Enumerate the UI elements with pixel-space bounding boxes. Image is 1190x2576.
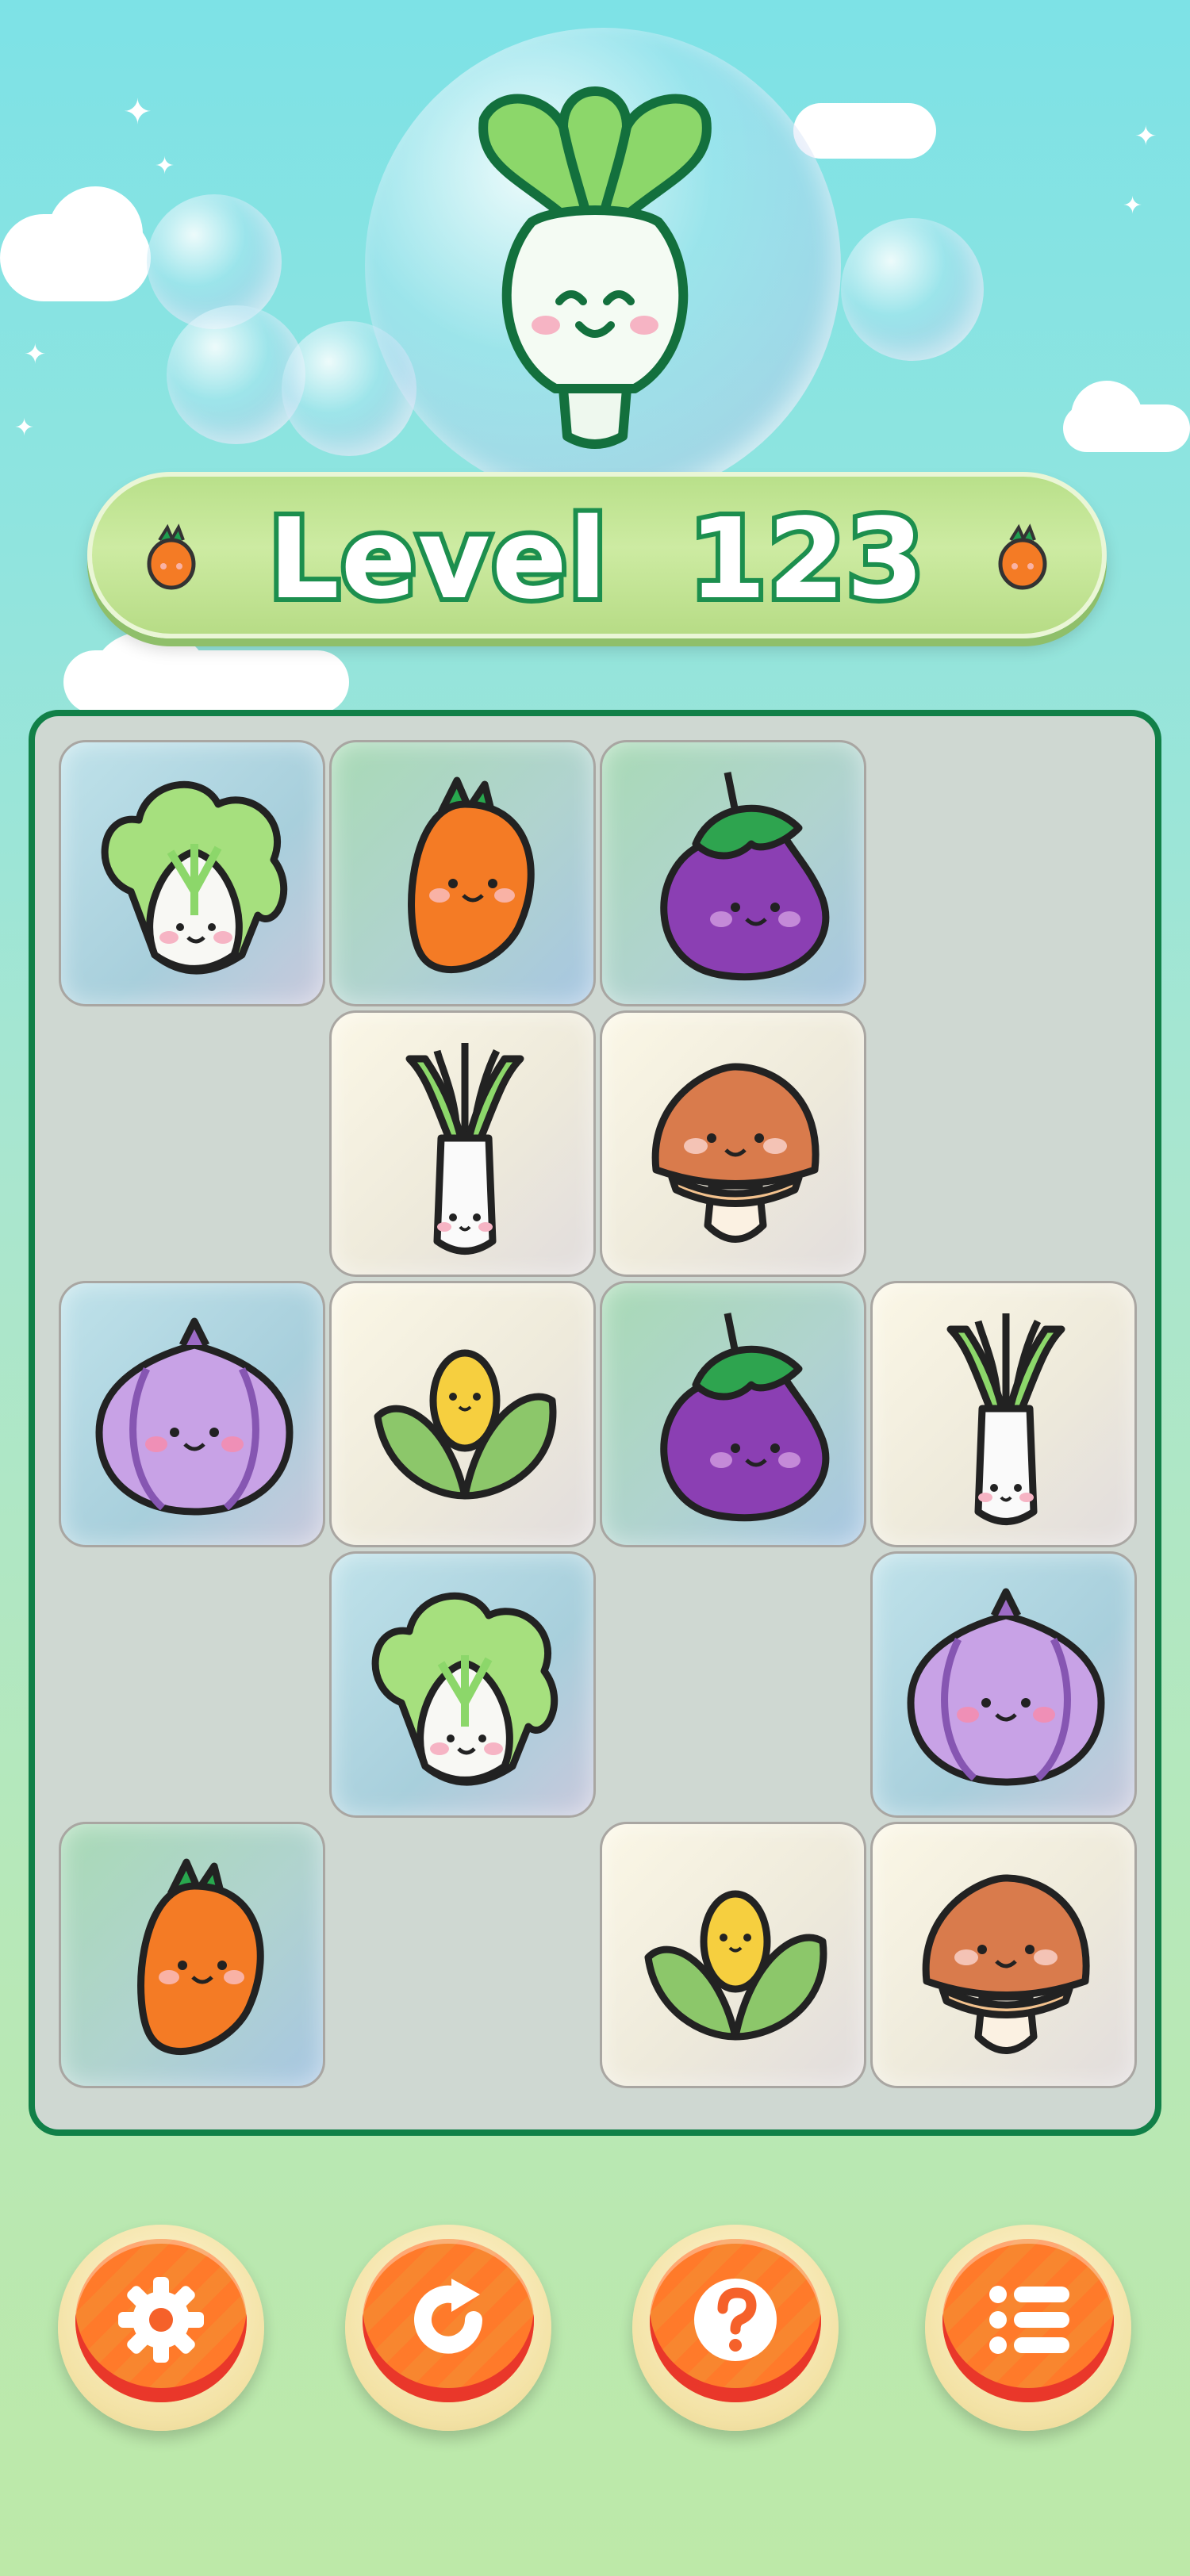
settings-button[interactable] (58, 2225, 264, 2431)
onion-icon (95, 1317, 294, 1516)
sparkle-icon: ✦ (155, 152, 175, 180)
napa-cabbage-icon (101, 780, 288, 975)
carrot-icon (137, 1858, 264, 2055)
sparkle-icon: ✦ (123, 92, 152, 132)
tile-napa-cabbage[interactable] (59, 740, 325, 1006)
mushroom-icon (651, 1063, 820, 1243)
question-icon (694, 2279, 777, 2361)
tile-eggplant[interactable] (600, 740, 866, 1006)
leek-icon (946, 1313, 1065, 1525)
level-title: Level 123 (263, 495, 928, 624)
tile-eggplant[interactable] (600, 1281, 866, 1547)
menu-button[interactable] (925, 2225, 1131, 2431)
tile-napa-cabbage[interactable] (329, 1551, 596, 1818)
onion-icon (907, 1588, 1105, 1786)
eggplant-icon (660, 772, 830, 981)
mushroom-icon (922, 1874, 1090, 2054)
sparkle-icon: ✦ (24, 339, 47, 370)
tile-corn[interactable] (329, 1281, 596, 1547)
cloud (793, 103, 936, 159)
tile-onion[interactable] (59, 1281, 325, 1547)
leek-icon (405, 1043, 524, 1255)
tile-mushroom[interactable] (870, 1822, 1137, 2088)
mascot-bokchoy-icon (478, 86, 712, 449)
tile-corn[interactable] (600, 1822, 866, 2088)
sparkle-icon: ✦ (14, 414, 35, 442)
cloud (1071, 381, 1142, 452)
list-icon (989, 2286, 1069, 2354)
game-board (29, 710, 1161, 2136)
carrot-icon (408, 776, 535, 973)
cloud (48, 186, 143, 282)
sparkle-icon: ✦ (1123, 192, 1143, 220)
tile-leek[interactable] (329, 1010, 596, 1277)
eggplant-icon (660, 1313, 830, 1522)
help-button[interactable] (632, 2225, 839, 2431)
tile-carrot[interactable] (59, 1822, 325, 2088)
level-banner: Level 123 (87, 472, 1107, 638)
napa-cabbage-icon (371, 1592, 559, 1786)
cloud (95, 631, 206, 710)
carrot-icon (998, 523, 1047, 590)
tile-leek[interactable] (870, 1281, 1137, 1547)
bubble (841, 218, 984, 361)
corn-icon (644, 1890, 827, 2041)
refresh-icon (414, 2279, 482, 2354)
sparkle-icon: ✦ (1134, 121, 1157, 152)
corn-icon (374, 1349, 557, 1500)
tile-carrot[interactable] (329, 740, 596, 1006)
gear-icon (118, 2277, 204, 2363)
restart-button[interactable] (345, 2225, 551, 2431)
tile-mushroom[interactable] (600, 1010, 866, 1277)
tile-onion[interactable] (870, 1551, 1137, 1818)
